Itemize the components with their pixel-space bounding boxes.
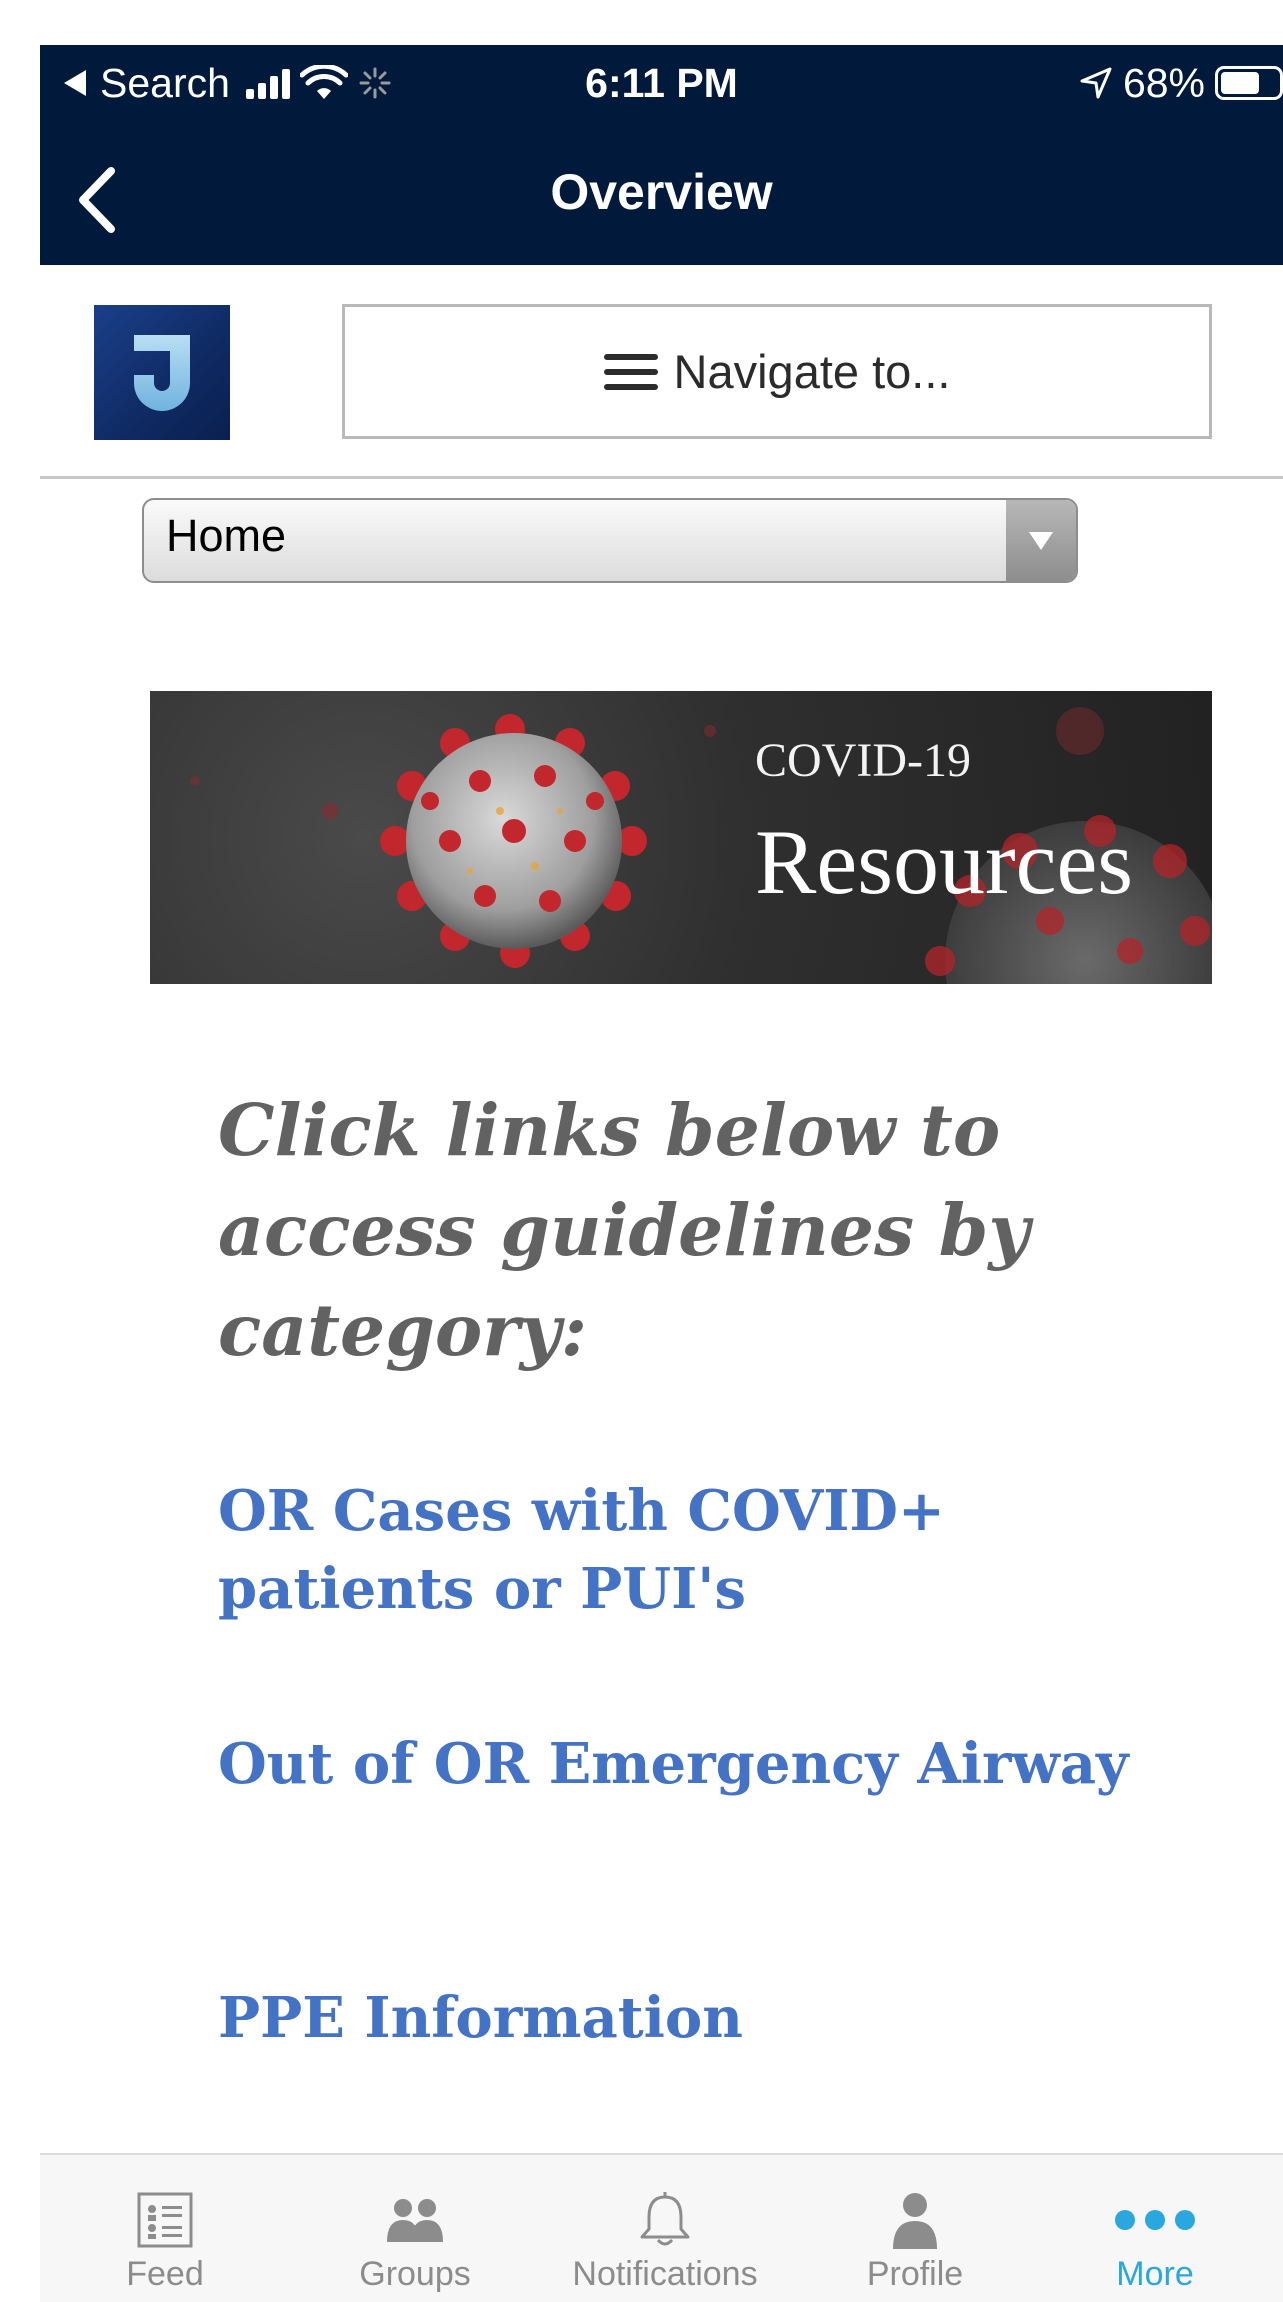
location-arrow-icon (1080, 67, 1112, 99)
navigate-to-button[interactable]: Navigate to... (342, 304, 1212, 439)
more-icon (1113, 2189, 1197, 2251)
page-title: Overview (550, 164, 773, 220)
site-logo[interactable] (94, 305, 230, 440)
tab-feed[interactable]: Feed (40, 2155, 290, 2302)
navigation-bar: Search 6:11 PM 68% Overview (40, 45, 1283, 265)
banner-subtitle: COVID-19 (755, 734, 971, 787)
banner-title: Resources (755, 811, 1134, 913)
tab-groups[interactable]: Groups (290, 2155, 540, 2302)
link-ppe-information[interactable]: PPE Information (218, 1979, 1178, 2057)
page-select-dropdown[interactable]: Home (142, 498, 1078, 583)
app-screen: Search 6:11 PM 68% Overview Navigate to.… (40, 45, 1283, 2302)
navigate-to-label: Navigate to... (673, 345, 951, 398)
tab-more[interactable]: More (1030, 2155, 1280, 2302)
site-header: Navigate to... (40, 265, 1283, 479)
status-bar-right: 68% (1079, 53, 1283, 113)
tab-feed-label: Feed (126, 2255, 204, 2293)
battery-icon (1215, 66, 1283, 100)
instructions-heading: Click links below to access guidelines b… (218, 1088, 1030, 1372)
link-or-cases-covid[interactable]: OR Cases with COVID+ patients or PUI's (218, 1472, 1178, 1628)
feed-icon (136, 2189, 194, 2251)
groups-icon (385, 2189, 445, 2251)
bell-icon (637, 2189, 693, 2251)
covid-resources-banner[interactable]: COVID-19 Resources (150, 691, 1212, 984)
tab-profile-label: Profile (866, 2255, 964, 2293)
tab-profile[interactable]: Profile (790, 2155, 1040, 2302)
profile-icon (892, 2189, 938, 2251)
battery-percentage: 68% (1122, 59, 1205, 106)
bottom-tab-bar: Feed Groups Notifications Profile More (40, 2153, 1283, 2302)
link-emergency-airway[interactable]: Out of OR Emergency Airway (218, 1725, 1178, 1803)
dropdown-arrow-icon (1006, 500, 1076, 581)
tab-groups-label: Groups (359, 2255, 471, 2293)
logo-mark (134, 335, 190, 411)
page-select-value: Home (166, 510, 287, 561)
tab-notifications-label: Notifications (572, 2255, 758, 2293)
tab-notifications[interactable]: Notifications (540, 2155, 790, 2302)
tab-more-label: More (1116, 2255, 1194, 2293)
hamburger-menu-icon (603, 353, 658, 390)
